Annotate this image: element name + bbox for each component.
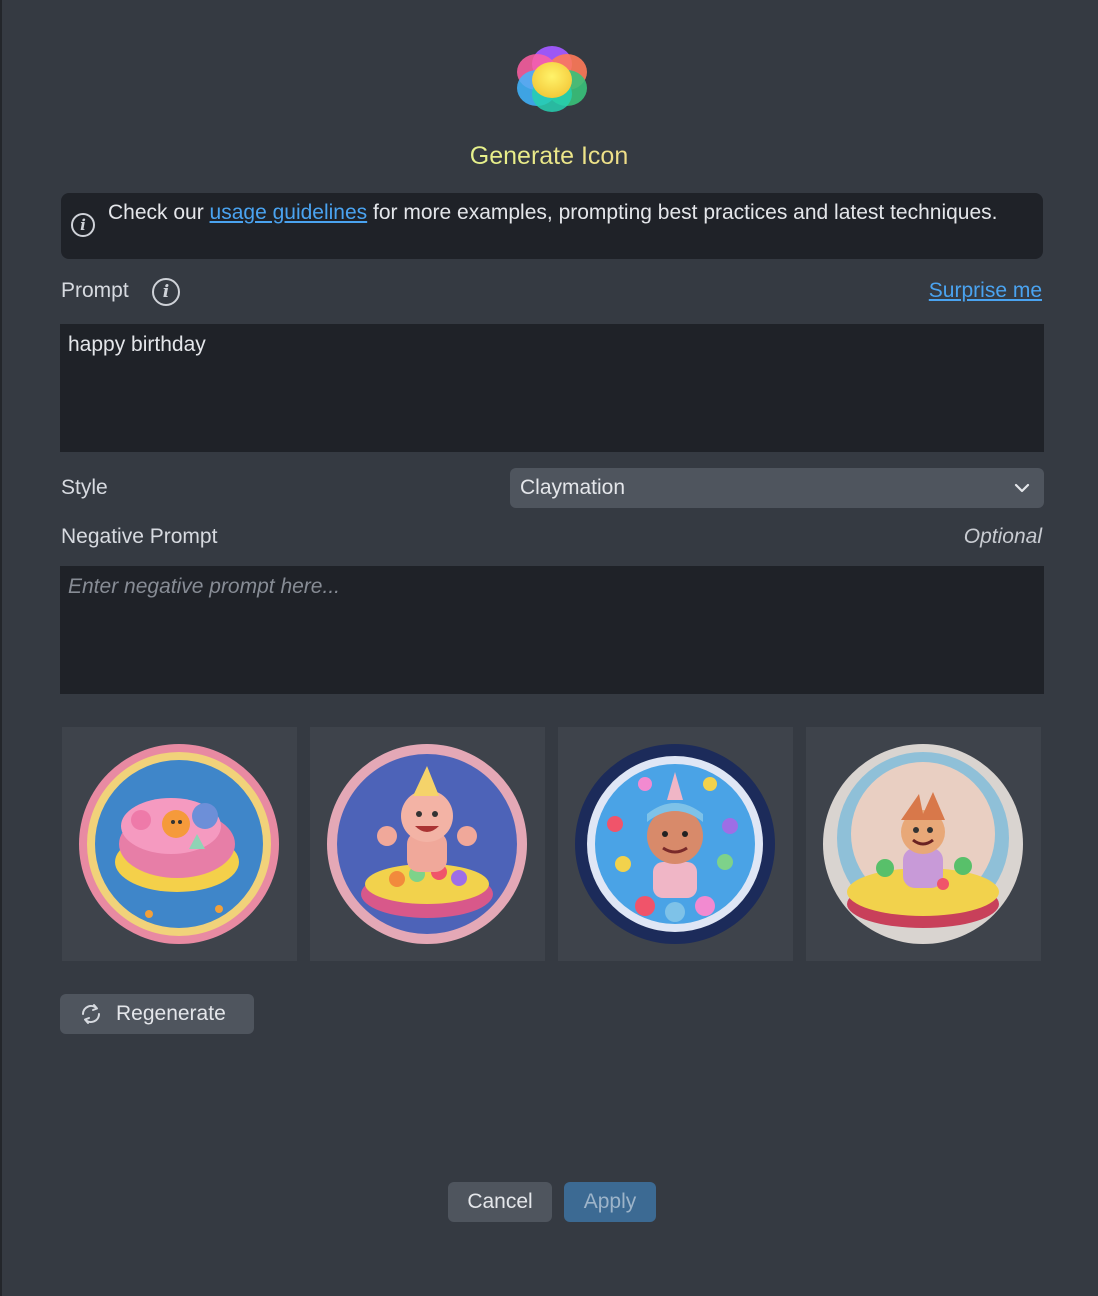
style-selected-value: Claymation bbox=[520, 476, 626, 499]
info-banner-text: Check our usage guidelines for more exam… bbox=[108, 200, 1019, 226]
dialog-title: Generate Icon bbox=[0, 142, 1098, 171]
party-character-cake-image bbox=[327, 744, 527, 944]
apply-button[interactable]: Apply bbox=[564, 1182, 656, 1222]
party-character-wreath-image bbox=[575, 744, 775, 944]
generated-icon-option-3[interactable] bbox=[558, 727, 793, 961]
regenerate-label: Regenerate bbox=[116, 1002, 226, 1025]
info-text-after: for more examples, prompting best practi… bbox=[367, 201, 998, 224]
prompt-label: Prompt bbox=[61, 279, 129, 302]
regenerate-button[interactable]: Regenerate bbox=[60, 994, 254, 1034]
negative-prompt-input[interactable]: Enter negative prompt here... bbox=[60, 566, 1044, 694]
usage-guidelines-link[interactable]: usage guidelines bbox=[210, 201, 368, 224]
info-text-before: Check our bbox=[108, 201, 210, 224]
window-left-border bbox=[0, 0, 2, 1296]
prompt-info-icon[interactable]: i bbox=[152, 278, 180, 306]
refresh-icon bbox=[82, 1004, 100, 1024]
generated-icon-option-1[interactable] bbox=[62, 727, 297, 961]
surprise-me-link[interactable]: Surprise me bbox=[929, 279, 1042, 303]
ai-assistant-logo-icon bbox=[517, 46, 587, 112]
chevron-down-icon bbox=[1014, 483, 1030, 493]
style-dropdown[interactable]: Claymation bbox=[510, 468, 1044, 508]
generated-icon-option-2[interactable] bbox=[310, 727, 545, 961]
generated-icon-option-4[interactable] bbox=[806, 727, 1041, 961]
info-icon: i bbox=[71, 213, 95, 237]
birthday-cake-image bbox=[79, 744, 279, 944]
style-label: Style bbox=[61, 476, 108, 499]
prompt-input[interactable]: happy birthday bbox=[60, 324, 1044, 452]
optional-hint: Optional bbox=[963, 525, 1042, 548]
negative-prompt-label: Negative Prompt bbox=[61, 525, 218, 548]
jester-cake-image bbox=[823, 744, 1023, 944]
info-banner: i Check our usage guidelines for more ex… bbox=[61, 193, 1043, 259]
cancel-button[interactable]: Cancel bbox=[448, 1182, 552, 1222]
